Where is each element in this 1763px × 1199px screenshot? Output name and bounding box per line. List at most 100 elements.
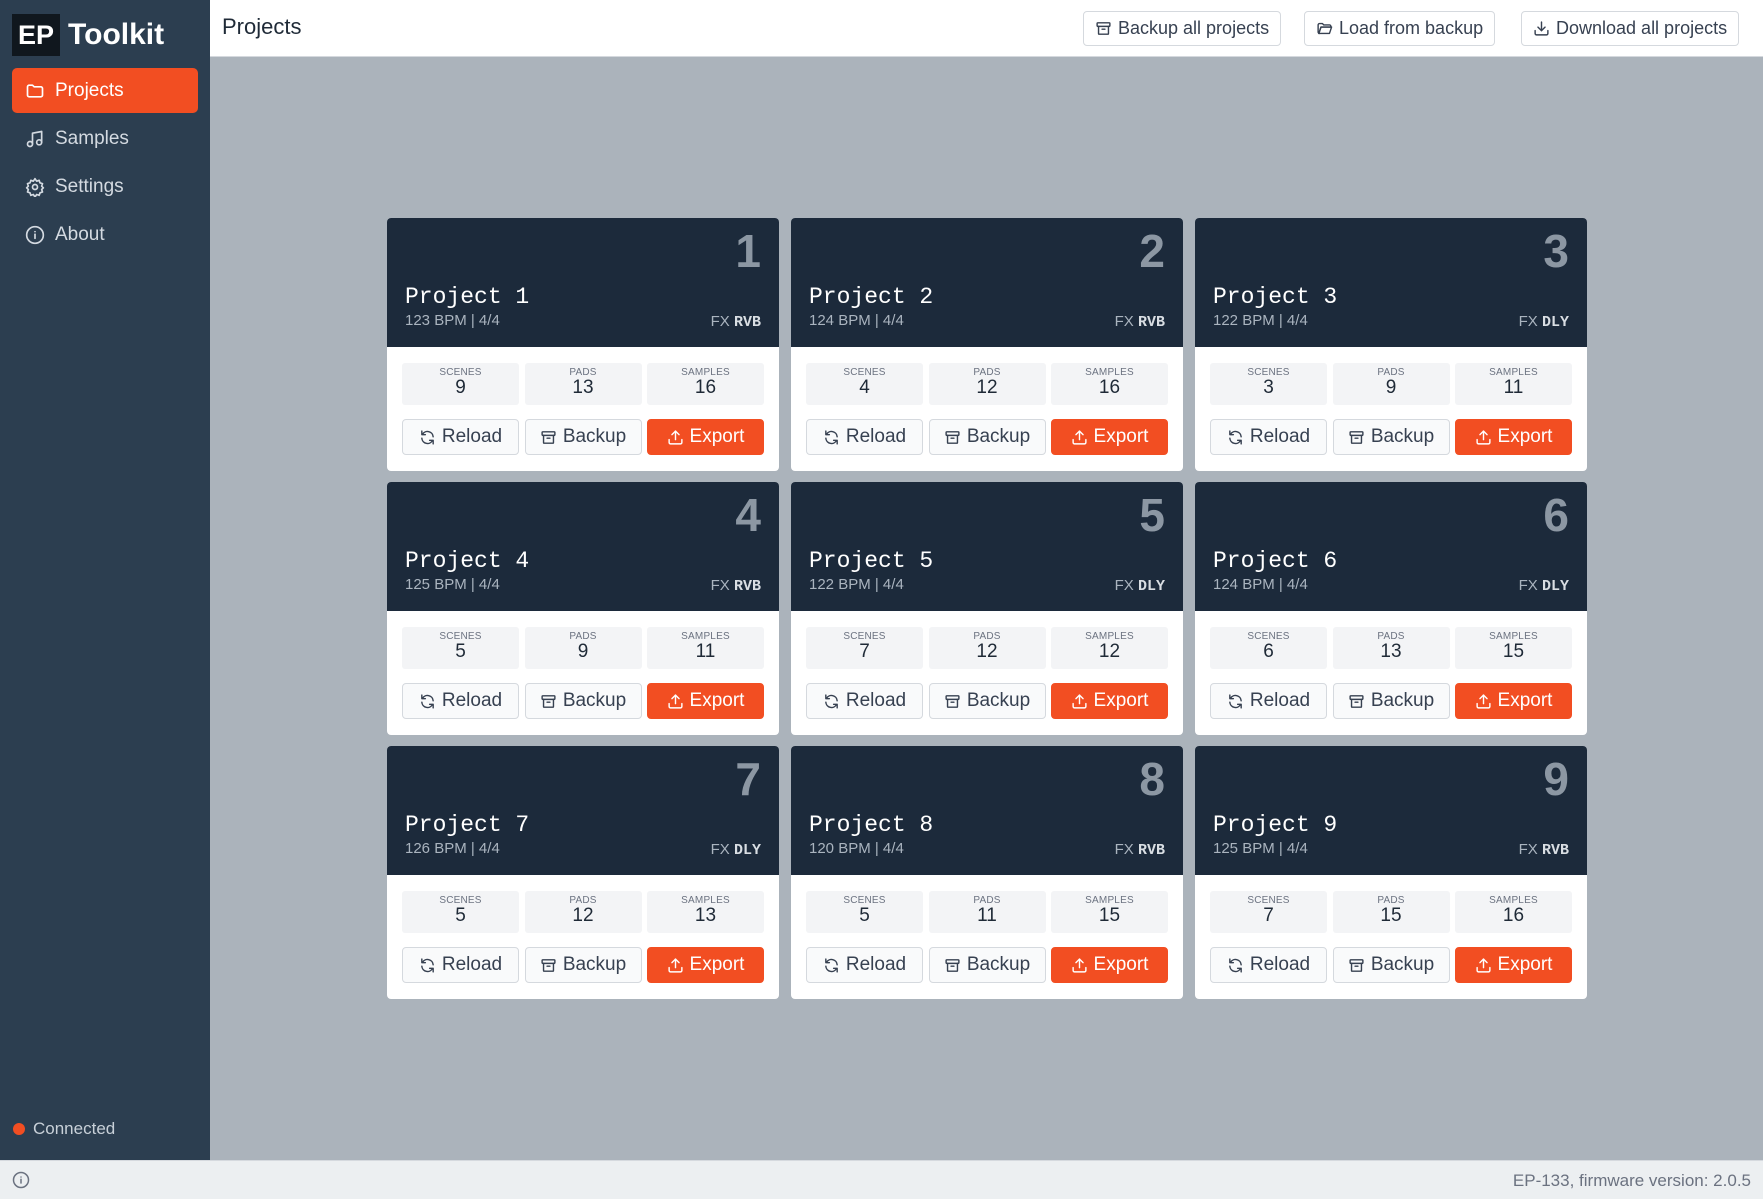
reload-label: Reload	[1249, 954, 1311, 975]
fx-value: RVB	[1541, 842, 1569, 859]
pads-label: PADS	[569, 895, 597, 906]
export-button[interactable]: Export	[1455, 419, 1572, 455]
samples-stat: SAMPLES 16	[1051, 363, 1168, 405]
backup-button[interactable]: Backup	[1332, 947, 1450, 983]
project-stats: SCENES 4 PADS 12 SAMPLES 16	[806, 363, 1168, 405]
export-label: Export	[1497, 426, 1553, 447]
backup-button[interactable]: Backup	[1332, 419, 1450, 455]
export-button[interactable]: Export	[647, 947, 764, 983]
backup-button[interactable]: Backup	[524, 419, 642, 455]
pads-label: PADS	[1377, 895, 1405, 906]
reload-label: Reload	[1249, 690, 1311, 711]
backup-button[interactable]: Backup	[1332, 683, 1450, 719]
backup-button[interactable]: Backup	[928, 419, 1046, 455]
load-backup-button[interactable]: Load from backup	[1304, 11, 1496, 46]
backup-label: Backup	[1370, 954, 1435, 975]
scenes-count: 5	[455, 641, 466, 662]
export-button[interactable]: Export	[1455, 947, 1572, 983]
scenes-label: SCENES	[843, 367, 886, 378]
project-tempo: 122 BPM | 4/4	[1213, 312, 1308, 329]
reload-button[interactable]: Reload	[402, 947, 519, 983]
project-stats: SCENES 9 PADS 13 SAMPLES 16	[402, 363, 764, 405]
reload-button[interactable]: Reload	[806, 419, 923, 455]
reload-button[interactable]: Reload	[806, 683, 923, 719]
export-label: Export	[1093, 690, 1149, 711]
export-button[interactable]: Export	[1051, 683, 1168, 719]
sidebar-item-settings[interactable]: Settings	[12, 164, 198, 209]
project-tempo: 123 BPM | 4/4	[405, 312, 500, 329]
project-card-header: 2 Project 2 124 BPM | 4/4 FX RVB	[791, 218, 1183, 347]
project-name: Project 8	[809, 812, 934, 838]
reload-button[interactable]: Reload	[806, 947, 923, 983]
reload-button[interactable]: Reload	[402, 683, 519, 719]
archive-icon	[541, 430, 556, 444]
project-card: 8 Project 8 120 BPM | 4/4 FX RVB SCENES …	[791, 746, 1183, 999]
project-card-header: 4 Project 4 125 BPM | 4/4 FX RVB	[387, 482, 779, 611]
backup-button[interactable]: Backup	[524, 947, 642, 983]
scenes-count: 7	[859, 641, 870, 662]
samples-stat: SAMPLES 16	[1455, 891, 1572, 933]
status-bar: EP-133, firmware version: 2.0.5	[0, 1160, 1763, 1199]
backup-all-button[interactable]: Backup all projects	[1083, 11, 1282, 46]
reload-button[interactable]: Reload	[1210, 419, 1327, 455]
project-tempo: 122 BPM | 4/4	[809, 576, 904, 593]
pads-label: PADS	[973, 631, 1001, 642]
project-stats: SCENES 3 PADS 9 SAMPLES 11	[1210, 363, 1572, 405]
download-all-button[interactable]: Download all projects	[1521, 11, 1740, 46]
export-button[interactable]: Export	[647, 419, 764, 455]
top-bar: Projects Backup all projects Load from b…	[210, 0, 1763, 57]
scenes-stat: SCENES 6	[1210, 627, 1327, 669]
samples-count: 16	[694, 377, 717, 398]
gear-icon	[25, 177, 45, 197]
backup-button[interactable]: Backup	[928, 683, 1046, 719]
samples-count: 15	[1502, 641, 1525, 662]
refresh-icon	[825, 957, 838, 973]
export-label: Export	[689, 954, 745, 975]
export-label: Export	[1093, 954, 1149, 975]
export-button[interactable]: Export	[1051, 419, 1168, 455]
upload-icon	[1071, 693, 1087, 709]
samples-label: SAMPLES	[1085, 631, 1134, 642]
scenes-label: SCENES	[843, 895, 886, 906]
samples-count: 16	[1502, 905, 1525, 926]
samples-label: SAMPLES	[1489, 895, 1538, 906]
pads-label: PADS	[569, 367, 597, 378]
project-number: 2	[1139, 225, 1165, 277]
sidebar-item-about[interactable]: About	[12, 212, 198, 257]
fx-value: DLY	[1137, 578, 1165, 595]
project-card-header: 5 Project 5 122 BPM | 4/4 FX DLY	[791, 482, 1183, 611]
pads-count: 9	[1385, 377, 1397, 398]
pads-label: PADS	[569, 631, 597, 642]
sidebar-item-label: Projects	[55, 79, 124, 101]
refresh-icon	[421, 429, 434, 445]
fx-label: FX	[1114, 577, 1134, 594]
sidebar-item-samples[interactable]: Samples	[12, 116, 198, 161]
project-stats: SCENES 5 PADS 11 SAMPLES 15	[806, 891, 1168, 933]
refresh-icon	[1229, 957, 1242, 973]
sidebar-item-projects[interactable]: Projects	[12, 68, 198, 113]
samples-stat: SAMPLES 12	[1051, 627, 1168, 669]
project-name: Project 9	[1213, 812, 1338, 838]
project-number: 9	[1543, 753, 1569, 805]
backup-button[interactable]: Backup	[928, 947, 1046, 983]
export-button[interactable]: Export	[1051, 947, 1168, 983]
archive-icon	[1349, 958, 1364, 972]
reload-button[interactable]: Reload	[1210, 683, 1327, 719]
info-icon[interactable]	[12, 1171, 30, 1189]
backup-button[interactable]: Backup	[524, 683, 642, 719]
project-tempo: 124 BPM | 4/4	[1213, 576, 1308, 593]
fx-value: DLY	[1541, 578, 1569, 595]
upload-icon	[1071, 429, 1087, 445]
project-name: Project 2	[809, 284, 934, 310]
project-card-header: 6 Project 6 124 BPM | 4/4 FX DLY	[1195, 482, 1587, 611]
project-actions: Reload Backup Export	[806, 419, 1168, 455]
export-button[interactable]: Export	[647, 683, 764, 719]
project-stats: SCENES 7 PADS 12 SAMPLES 12	[806, 627, 1168, 669]
reload-button[interactable]: Reload	[1210, 947, 1327, 983]
reload-button[interactable]: Reload	[402, 419, 519, 455]
samples-count: 11	[1503, 377, 1524, 398]
project-name: Project 5	[809, 548, 934, 574]
samples-label: SAMPLES	[1489, 631, 1538, 642]
export-button[interactable]: Export	[1455, 683, 1572, 719]
scenes-stat: SCENES 4	[806, 363, 923, 405]
